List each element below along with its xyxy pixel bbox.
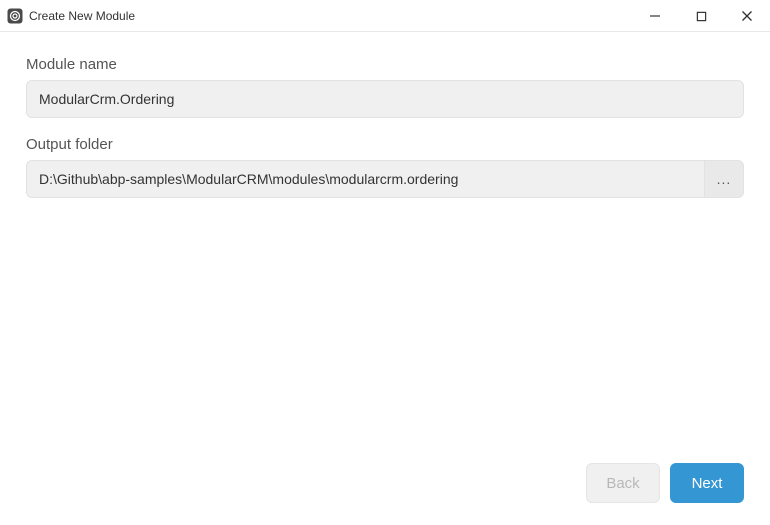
window-controls [632, 0, 770, 31]
back-button[interactable]: Back [586, 463, 660, 503]
output-folder-row: ... [26, 160, 744, 198]
module-name-input[interactable] [26, 80, 744, 118]
output-folder-group: Output folder ... [26, 136, 744, 198]
window-titlebar: Create New Module [0, 0, 770, 32]
minimize-button[interactable] [632, 0, 678, 32]
dialog-footer: Back Next [0, 463, 770, 525]
module-name-label: Module name [26, 56, 744, 73]
output-folder-label: Output folder [26, 136, 744, 153]
minimize-icon [649, 10, 661, 22]
next-button[interactable]: Next [670, 463, 744, 503]
browse-folder-button[interactable]: ... [704, 160, 744, 198]
close-button[interactable] [724, 0, 770, 32]
window-title: Create New Module [29, 9, 135, 23]
app-icon [7, 8, 23, 24]
close-icon [741, 10, 753, 22]
maximize-button[interactable] [678, 0, 724, 32]
main-content: Module name Output folder ... [0, 32, 770, 463]
maximize-icon [696, 11, 707, 22]
titlebar-left: Create New Module [7, 8, 135, 24]
output-folder-input[interactable] [26, 160, 704, 198]
module-name-group: Module name [26, 56, 744, 118]
